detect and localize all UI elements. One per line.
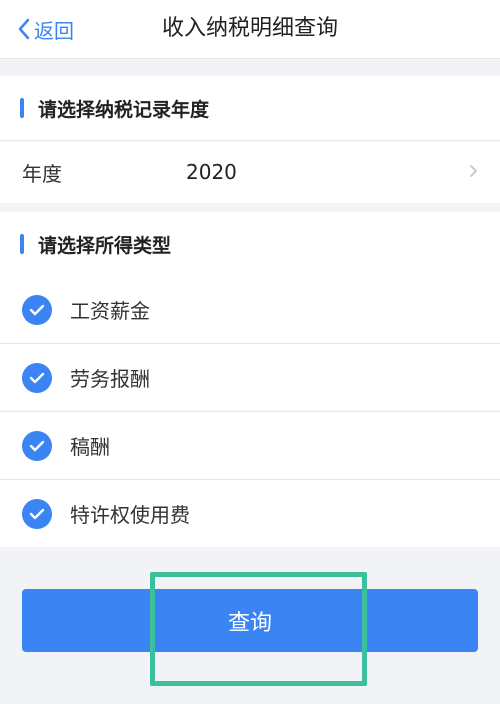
checked-circle-icon[interactable] bbox=[22, 294, 52, 325]
chevron-right-icon bbox=[470, 165, 477, 177]
type-option-labor-remuneration[interactable]: 劳务报酬 bbox=[0, 343, 500, 411]
heading-accent-bar bbox=[20, 98, 24, 118]
heading-accent-bar bbox=[20, 234, 24, 254]
type-option-wages[interactable]: 工资薪金 bbox=[0, 276, 500, 343]
year-selector[interactable]: 年度 2020 bbox=[0, 140, 500, 203]
year-field-label: 年度 bbox=[22, 161, 62, 186]
type-option-author-remuneration[interactable]: 稿酬 bbox=[0, 411, 500, 479]
type-option-label: 工资薪金 bbox=[70, 299, 150, 323]
type-option-label: 特许权使用费 bbox=[70, 503, 190, 527]
type-option-label: 稿酬 bbox=[70, 435, 110, 459]
type-section: 请选择所得类型 工资薪金 劳务报酬 稿酬 特许权使用费 bbox=[0, 212, 500, 547]
checked-circle-icon[interactable] bbox=[22, 498, 52, 529]
query-button[interactable]: 查询 bbox=[22, 589, 478, 652]
nav-bar: 返回 收入纳税明细查询 bbox=[0, 0, 500, 59]
type-option-royalties[interactable]: 特许权使用费 bbox=[0, 479, 500, 547]
year-field-value: 2020 bbox=[186, 160, 237, 184]
type-section-title: 请选择所得类型 bbox=[38, 234, 172, 257]
year-section-title: 请选择纳税记录年度 bbox=[38, 98, 210, 121]
page-title: 收入纳税明细查询 bbox=[161, 16, 338, 41]
type-option-label: 劳务报酬 bbox=[70, 367, 150, 391]
year-section-heading: 请选择纳税记录年度 bbox=[0, 76, 500, 140]
year-section: 请选择纳税记录年度 年度 2020 bbox=[0, 76, 500, 203]
type-section-heading: 请选择所得类型 bbox=[0, 212, 500, 276]
checked-circle-icon[interactable] bbox=[22, 362, 52, 393]
checked-circle-icon[interactable] bbox=[22, 430, 52, 461]
